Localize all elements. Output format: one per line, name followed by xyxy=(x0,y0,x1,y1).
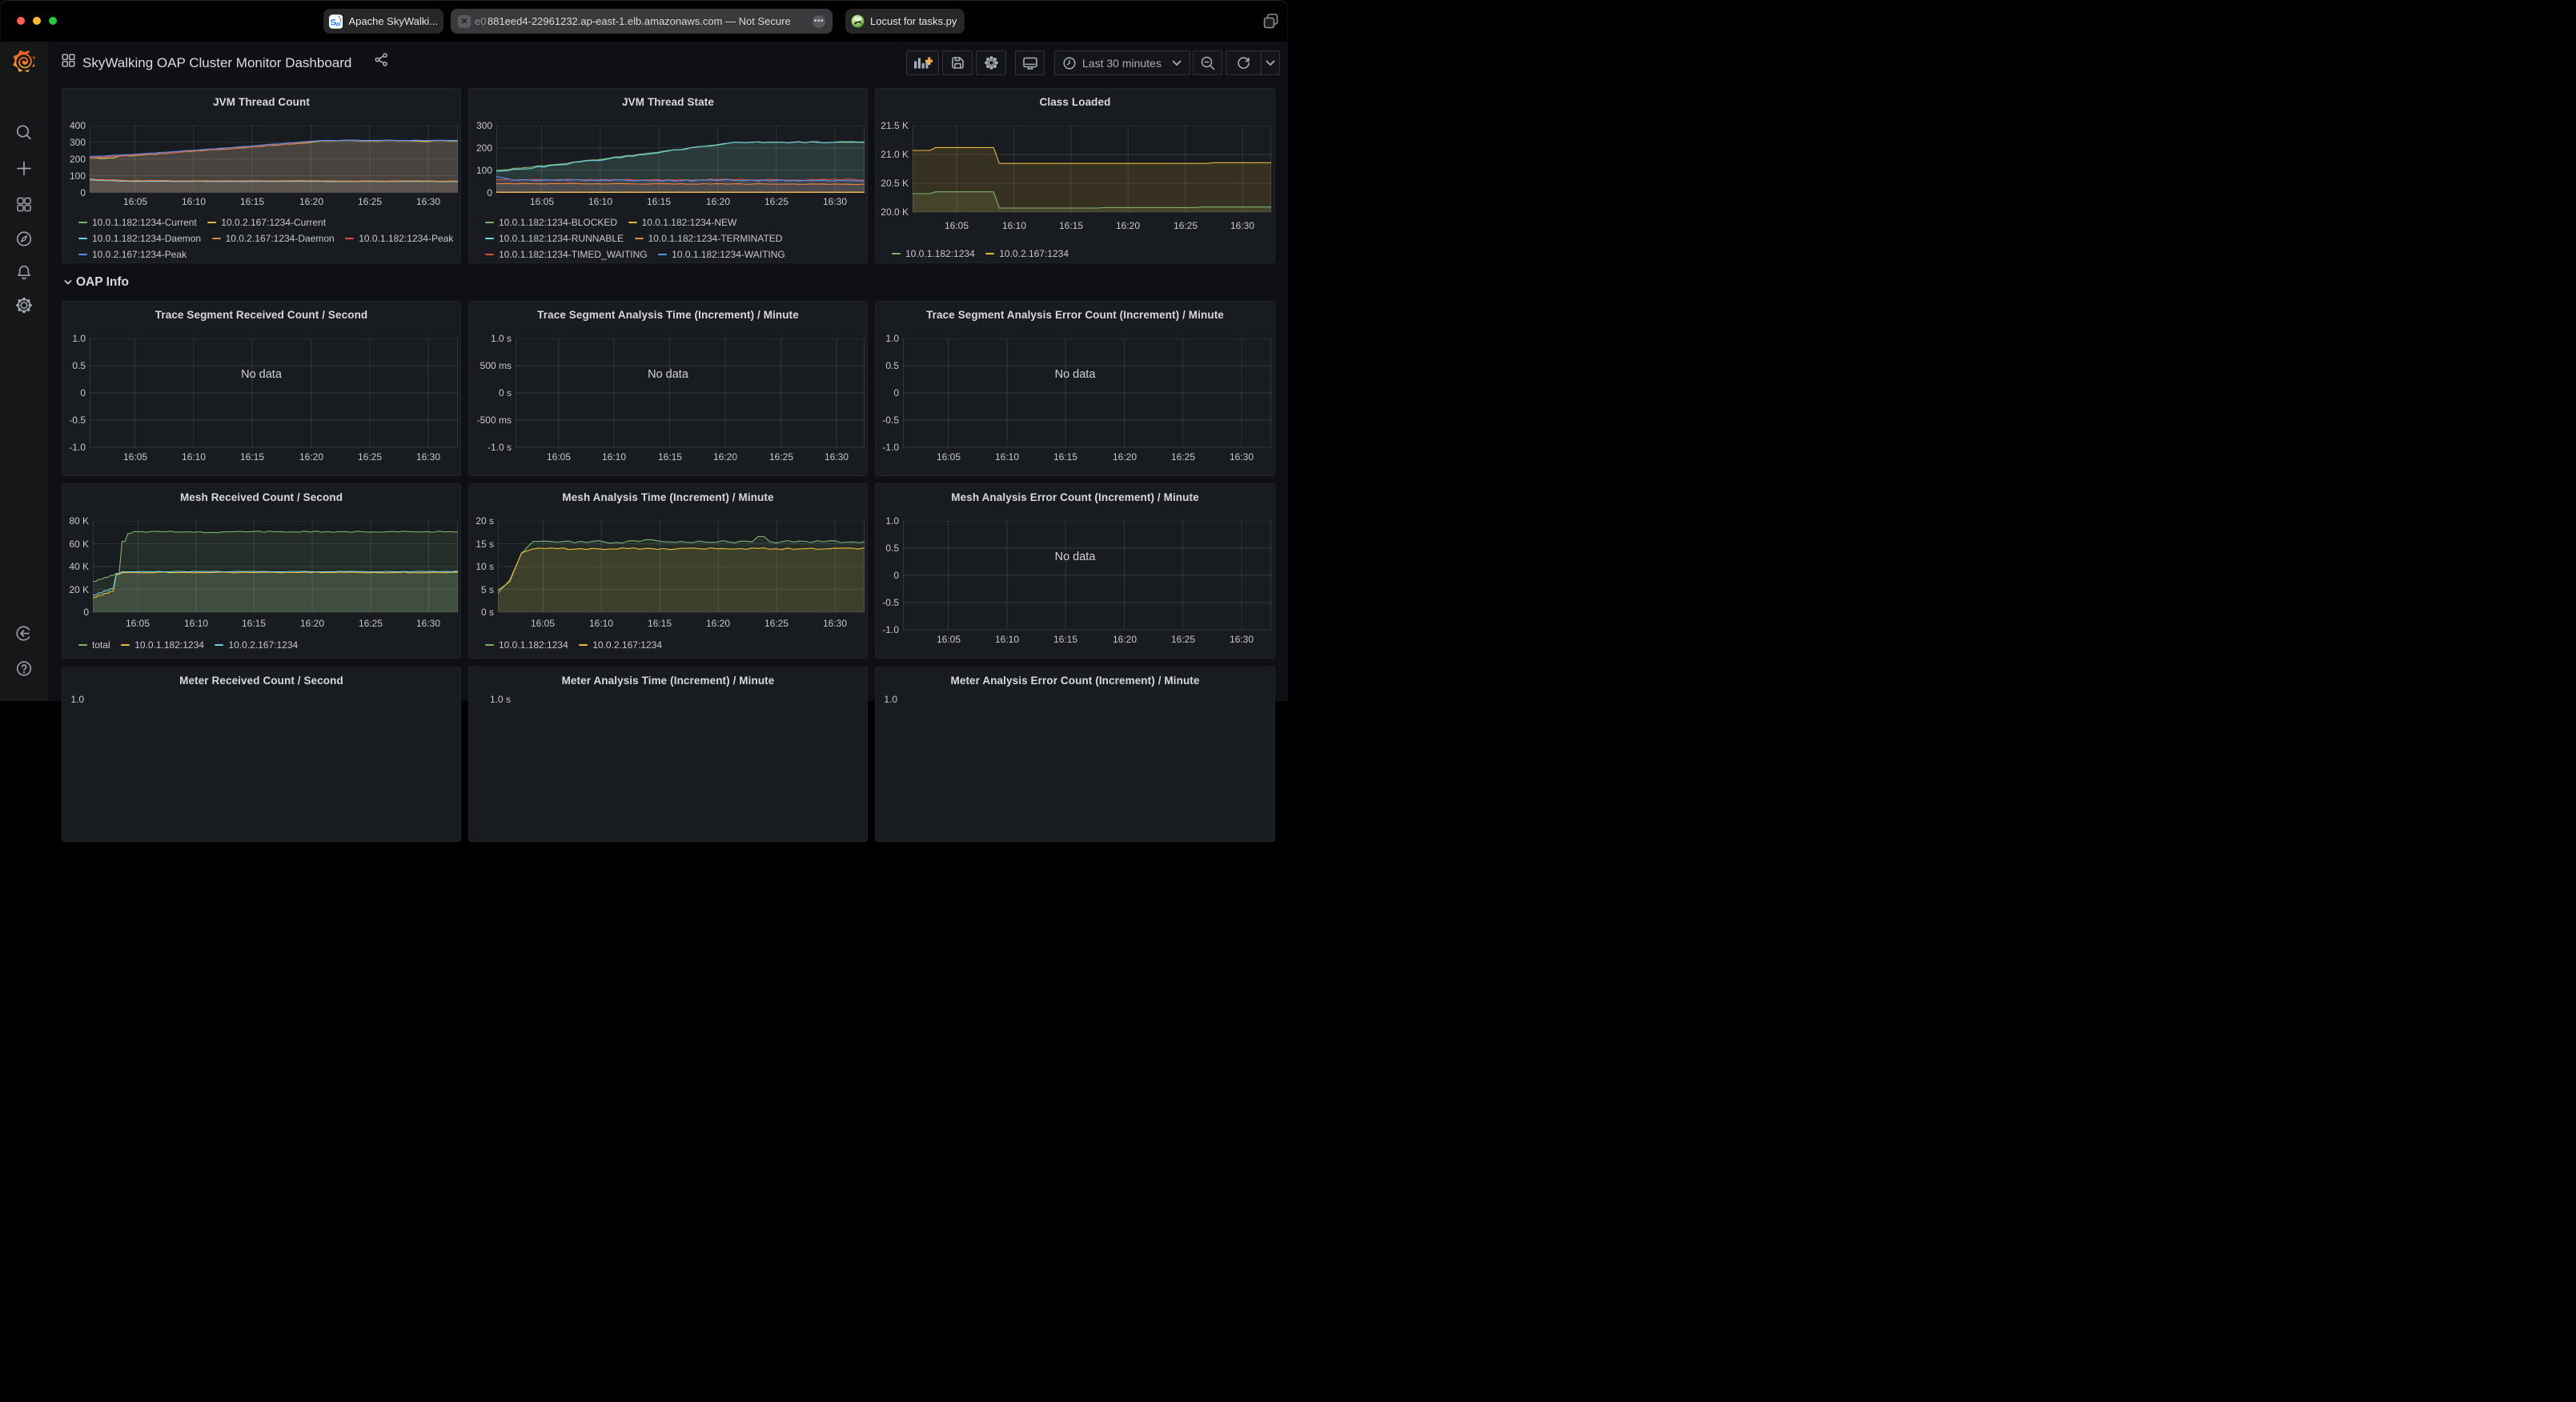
svg-text:w: w xyxy=(335,20,341,27)
